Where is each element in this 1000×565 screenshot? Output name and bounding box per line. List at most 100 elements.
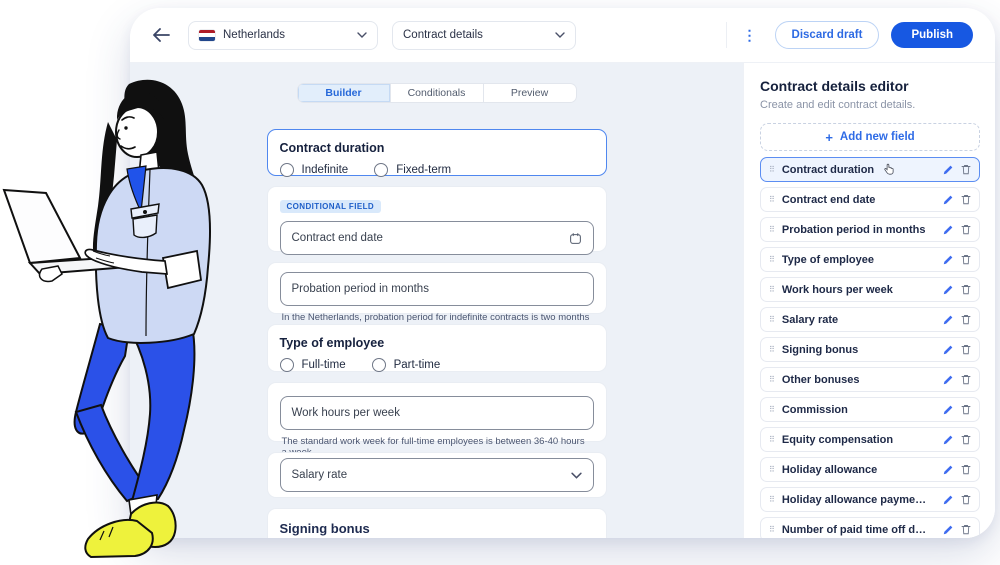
template-select[interactable]: Contract details	[392, 21, 576, 50]
input-value: Work hours per week	[292, 407, 582, 419]
radio-label: Full-time	[302, 359, 346, 371]
edit-icon[interactable]	[943, 284, 954, 295]
type-of-employee-card[interactable]: Type of employee Full-time Part-time	[267, 324, 607, 372]
delete-icon[interactable]	[961, 254, 971, 265]
edit-icon[interactable]	[943, 224, 954, 235]
field-row-paid-time-off[interactable]: ⠿ Number of paid time off days	[760, 517, 980, 538]
field-row-label: Signing bonus	[782, 344, 858, 356]
field-row-type-of-employee[interactable]: ⠿ Type of employee	[760, 247, 980, 272]
field-row-holiday-allowance[interactable]: ⠿ Holiday allowance	[760, 457, 980, 482]
drag-handle-icon[interactable]: ⠿	[769, 496, 775, 504]
delete-icon[interactable]	[961, 374, 971, 385]
chevron-down-icon	[357, 32, 367, 38]
drag-handle-icon[interactable]: ⠿	[769, 286, 775, 294]
drag-handle-icon[interactable]: ⠿	[769, 166, 775, 174]
delete-icon[interactable]	[961, 224, 971, 235]
chevron-down-icon	[555, 32, 565, 38]
edit-icon[interactable]	[943, 164, 954, 175]
work-hours-card[interactable]: Work hours per week The standard work we…	[267, 382, 607, 442]
salary-rate-card[interactable]: Salary rate	[267, 452, 607, 498]
country-select-value: Netherlands	[223, 29, 349, 41]
field-row-label: Equity compensation	[782, 434, 893, 446]
edit-icon[interactable]	[943, 344, 954, 355]
contract-builder-window: Netherlands Contract details ⋮ Discard d…	[130, 8, 995, 538]
edit-icon[interactable]	[943, 314, 954, 325]
conditional-field-badge: CONDITIONAL FIELD	[280, 200, 382, 213]
field-row-contract-duration[interactable]: ⠿ Contract duration	[760, 157, 980, 182]
field-row-work-hours[interactable]: ⠿ Work hours per week	[760, 277, 980, 302]
back-arrow-icon[interactable]	[152, 28, 170, 42]
edit-icon[interactable]	[943, 494, 954, 505]
field-row-label: Type of employee	[782, 254, 874, 266]
drag-handle-icon[interactable]: ⠿	[769, 526, 775, 534]
delete-icon[interactable]	[961, 404, 971, 415]
edit-icon[interactable]	[943, 404, 954, 415]
delete-icon[interactable]	[961, 314, 971, 325]
drag-handle-icon[interactable]: ⠿	[769, 436, 775, 444]
contract-duration-card[interactable]: Contract duration Indefinite Fixed-term	[267, 129, 607, 176]
field-title: Contract duration	[280, 141, 594, 155]
signing-bonus-card[interactable]: Signing bonus Do you want to include a o…	[267, 508, 607, 538]
more-options-icon[interactable]: ⋮	[743, 28, 757, 42]
drag-handle-icon[interactable]: ⠿	[769, 346, 775, 354]
delete-icon[interactable]	[961, 194, 971, 205]
field-row-probation-period[interactable]: ⠿ Probation period in months	[760, 217, 980, 242]
drag-handle-icon[interactable]: ⠿	[769, 316, 775, 324]
edit-icon[interactable]	[943, 524, 954, 535]
field-row-salary-rate[interactable]: ⠿ Salary rate	[760, 307, 980, 332]
field-row-signing-bonus[interactable]: ⠿ Signing bonus	[760, 337, 980, 362]
radio-part-time[interactable]: Part-time	[372, 358, 441, 372]
radio-full-time[interactable]: Full-time	[280, 358, 346, 372]
radio-fixed-term[interactable]: Fixed-term	[374, 163, 451, 177]
edit-icon[interactable]	[943, 464, 954, 475]
hand-cursor-icon	[883, 163, 895, 176]
delete-icon[interactable]	[961, 164, 971, 175]
probation-period-card[interactable]: Probation period in months In the Nether…	[267, 262, 607, 314]
chevron-down-icon	[571, 472, 582, 479]
field-row-label: Contract end date	[782, 194, 876, 206]
work-hours-input[interactable]: Work hours per week	[280, 396, 594, 430]
discard-draft-button[interactable]: Discard draft	[775, 21, 880, 49]
field-row-other-bonuses[interactable]: ⠿ Other bonuses	[760, 367, 980, 392]
delete-icon[interactable]	[961, 344, 971, 355]
input-value: Probation period in months	[292, 283, 582, 295]
header: Netherlands Contract details ⋮ Discard d…	[130, 8, 995, 63]
radio-label: Fixed-term	[396, 164, 451, 176]
contract-end-date-card[interactable]: CONDITIONAL FIELD Contract end date	[267, 186, 607, 252]
edit-icon[interactable]	[943, 374, 954, 385]
tab-preview[interactable]: Preview	[484, 84, 576, 102]
add-new-field-button[interactable]: + Add new field	[760, 123, 980, 151]
tab-conditionals[interactable]: Conditionals	[391, 84, 484, 102]
edit-icon[interactable]	[943, 194, 954, 205]
add-new-field-label: Add new field	[840, 131, 915, 143]
radio-circle-icon	[280, 358, 294, 372]
delete-icon[interactable]	[961, 494, 971, 505]
drag-handle-icon[interactable]: ⠿	[769, 466, 775, 474]
field-row-holiday-allowance-frequency[interactable]: ⠿ Holiday allowance payment fre...	[760, 487, 980, 512]
field-row-contract-end-date[interactable]: ⠿ Contract end date	[760, 187, 980, 212]
field-row-equity-compensation[interactable]: ⠿ Equity compensation	[760, 427, 980, 452]
drag-handle-icon[interactable]: ⠿	[769, 376, 775, 384]
delete-icon[interactable]	[961, 524, 971, 535]
edit-icon[interactable]	[943, 254, 954, 265]
tab-builder[interactable]: Builder	[298, 84, 391, 102]
probation-period-input[interactable]: Probation period in months	[280, 272, 594, 306]
drag-handle-icon[interactable]: ⠿	[769, 196, 775, 204]
salary-rate-select[interactable]: Salary rate	[280, 458, 594, 492]
delete-icon[interactable]	[961, 284, 971, 295]
contract-end-date-input[interactable]: Contract end date	[280, 221, 594, 255]
field-row-commission[interactable]: ⠿ Commission	[760, 397, 980, 422]
delete-icon[interactable]	[961, 434, 971, 445]
panel-subtitle: Create and edit contract details.	[760, 99, 980, 111]
country-select[interactable]: Netherlands	[188, 21, 378, 50]
publish-button[interactable]: Publish	[891, 22, 973, 48]
radio-indefinite[interactable]: Indefinite	[280, 163, 349, 177]
delete-icon[interactable]	[961, 464, 971, 475]
field-row-label: Contract duration	[782, 164, 874, 176]
field-row-label: Other bonuses	[782, 374, 860, 386]
drag-handle-icon[interactable]: ⠿	[769, 256, 775, 264]
edit-icon[interactable]	[943, 434, 954, 445]
field-title: Type of employee	[280, 336, 594, 350]
drag-handle-icon[interactable]: ⠿	[769, 406, 775, 414]
drag-handle-icon[interactable]: ⠿	[769, 226, 775, 234]
